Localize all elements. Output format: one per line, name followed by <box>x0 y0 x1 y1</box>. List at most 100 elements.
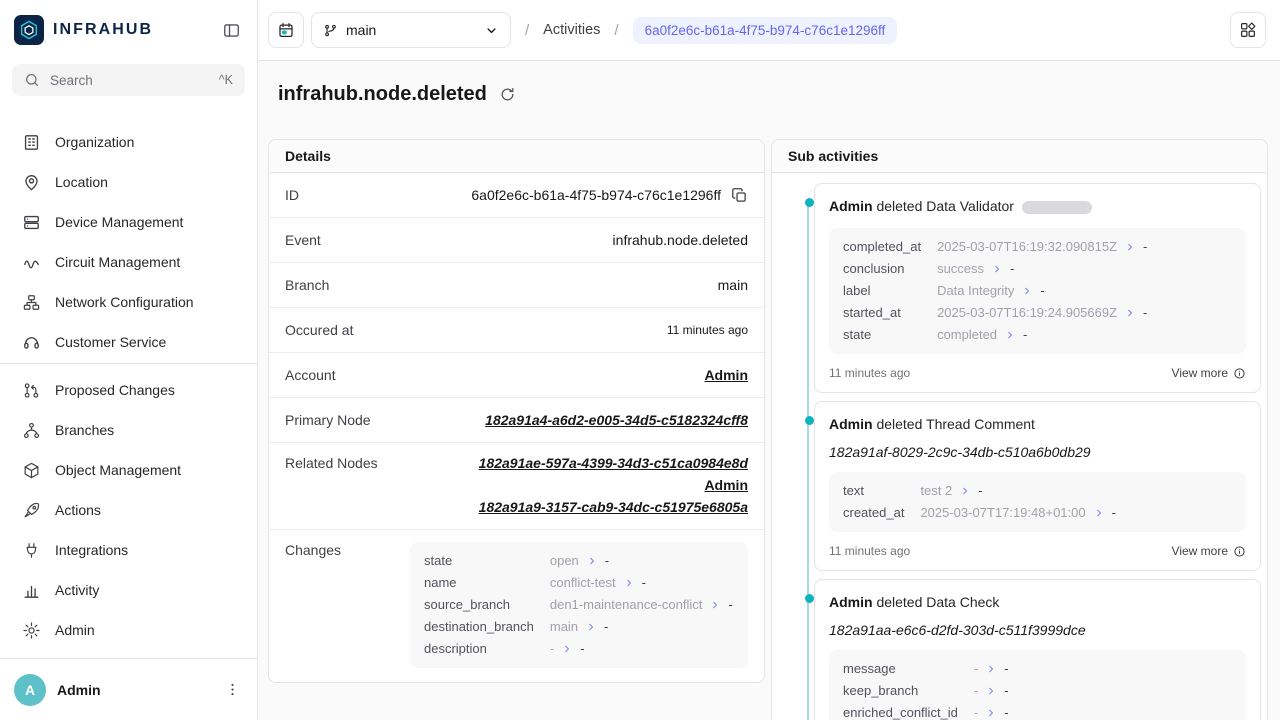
object-management-icon <box>22 461 41 480</box>
sidebar-item-actions[interactable]: Actions <box>0 490 257 530</box>
property-new-value: - <box>1023 328 1027 342</box>
properties-box: stateopen-nameconflict-test-source_branc… <box>410 542 748 668</box>
property-key: source_branch <box>424 598 534 612</box>
related-nodes-list: 182a91ae-597a-4399-34d3-c51ca0984e8d Admi… <box>479 455 748 515</box>
detail-label: ID <box>285 187 299 203</box>
circuit-icon <box>22 253 41 272</box>
sidebar-item-admin[interactable]: Admin <box>0 610 257 650</box>
chevron-right-small-icon[interactable] <box>992 264 1002 274</box>
sidebar-item-circuit-management[interactable]: Circuit Management <box>0 242 257 282</box>
calendar-icon <box>277 21 295 39</box>
chevron-right-small-icon[interactable] <box>1022 286 1032 296</box>
property-key: enriched_conflict_id <box>843 706 958 720</box>
activity-card: Admin deleted Data Validator completed_at… <box>814 183 1261 393</box>
detail-row-changes: Changesstateopen-nameconflict-test-sourc… <box>269 530 764 682</box>
property-old-value: completed <box>937 328 997 342</box>
property-key: conclusion <box>843 262 921 276</box>
apps-button[interactable] <box>1230 12 1266 48</box>
detail-row-id: ID 6a0f2e6c-b61a-4f75-b974-c76c1e1296ff <box>269 173 764 218</box>
activity-title: Admin deleted Data Validator <box>829 196 1246 216</box>
refresh-icon[interactable] <box>499 86 516 103</box>
sidebar-item-location[interactable]: Location <box>0 162 257 202</box>
view-more-button[interactable]: View more <box>1172 544 1246 558</box>
property-old-value: den1-maintenance-conflict <box>550 598 702 612</box>
integrations-icon <box>22 541 41 560</box>
chevron-right-small-icon[interactable] <box>624 578 634 588</box>
detail-label: Event <box>285 232 321 248</box>
detail-label: Branch <box>285 277 329 293</box>
sidebar-item-organization[interactable]: Organization <box>0 122 257 162</box>
activity-icon <box>22 581 41 600</box>
detail-value: 6a0f2e6c-b61a-4f75-b974-c76c1e1296ff <box>471 187 721 203</box>
detail-row-related-nodes: Related Nodes182a91ae-597a-4399-34d3-c51… <box>269 443 764 530</box>
collapse-sidebar-icon[interactable] <box>222 21 241 40</box>
sidebar-item-label: Actions <box>55 502 101 518</box>
page-title-row: infrahub.node.deleted <box>268 83 1268 106</box>
property-old-value: 2025-03-07T16:19:24.905669Z <box>937 306 1117 320</box>
property-old-value: main <box>550 620 578 634</box>
sidebar-item-object-management[interactable]: Object Management <box>0 450 257 490</box>
property-new-value: - <box>1040 284 1044 298</box>
sidebar-item-integrations[interactable]: Integrations <box>0 530 257 570</box>
detail-row-occured-at: Occured at11 minutes ago <box>269 308 764 353</box>
info-icon <box>1233 367 1246 380</box>
activity-footer: 11 minutes ago View more <box>829 366 1246 380</box>
branch-selector[interactable]: main <box>311 12 511 48</box>
activity-subject-id: 182a91af-8029-2c9c-34db-c510a6b0db29 <box>829 444 1246 460</box>
sidebar-item-device-management[interactable]: Device Management <box>0 202 257 242</box>
chevron-right-small-icon[interactable] <box>1094 508 1104 518</box>
detail-link[interactable]: 182a91a4-a6d2-e005-34d5-c5182324cff8 <box>485 412 748 428</box>
chevron-right-small-icon[interactable] <box>562 644 572 654</box>
related-node-link[interactable]: 182a91ae-597a-4399-34d3-c51ca0984e8d <box>479 455 748 471</box>
property-old-value: success <box>937 262 984 276</box>
property-old-value: open <box>550 554 579 568</box>
property-value: main- <box>550 620 734 634</box>
page-title: infrahub.node.deleted <box>278 83 487 106</box>
activity-action: deleted Data Validator <box>876 198 1014 214</box>
related-node-link[interactable]: 182a91a9-3157-cab9-34dc-c51975e6805a <box>479 499 748 515</box>
property-new-value: - <box>605 554 609 568</box>
avatar[interactable]: A <box>14 674 46 706</box>
chevron-right-small-icon[interactable] <box>1125 308 1135 318</box>
detail-value: main <box>718 277 748 293</box>
search-input[interactable]: Search ^K <box>12 64 245 96</box>
chevron-right-small-icon[interactable] <box>960 486 970 496</box>
breadcrumb-activity-id[interactable]: 6a0f2e6c-b61a-4f75-b974-c76c1e1296ff <box>633 17 898 44</box>
activity-time: 11 minutes ago <box>829 366 910 380</box>
chevron-right-small-icon[interactable] <box>986 664 996 674</box>
chevron-right-small-icon[interactable] <box>986 686 996 696</box>
sidebar-nav-secondary: Proposed ChangesBranchesObject Managemen… <box>0 364 257 650</box>
infrahub-logo[interactable]: INFRAHUB <box>14 15 153 45</box>
time-travel-button[interactable] <box>268 12 304 48</box>
sidebar-item-label: Activity <box>55 582 99 598</box>
sidebar-item-customer-service[interactable]: Customer Service <box>0 322 257 362</box>
user-menu-icon[interactable] <box>224 681 241 698</box>
copy-icon[interactable] <box>731 187 748 204</box>
sidebar-item-proposed-changes[interactable]: Proposed Changes <box>0 370 257 410</box>
property-value: Data Integrity- <box>937 284 1232 298</box>
property-new-value: - <box>580 642 584 656</box>
sidebar-item-activity[interactable]: Activity <box>0 570 257 610</box>
property-new-value: - <box>642 576 646 590</box>
breadcrumb-activities[interactable]: Activities <box>543 22 600 38</box>
chevron-right-small-icon[interactable] <box>710 600 720 610</box>
chevron-right-small-icon[interactable] <box>1125 242 1135 252</box>
view-more-button[interactable]: View more <box>1172 366 1246 380</box>
property-key: completed_at <box>843 240 921 254</box>
detail-link[interactable]: Admin <box>704 367 748 383</box>
property-new-value: - <box>1143 240 1147 254</box>
breadcrumb-separator: / <box>614 22 618 39</box>
sidebar-item-network-configuration[interactable]: Network Configuration <box>0 282 257 322</box>
chevron-right-small-icon[interactable] <box>586 622 596 632</box>
detail-value: infrahub.node.deleted <box>613 232 748 248</box>
columns: Details ID6a0f2e6c-b61a-4f75-b974-c76c1e… <box>268 139 1268 720</box>
chevron-right-small-icon[interactable] <box>986 708 996 718</box>
sidebar-item-branches[interactable]: Branches <box>0 410 257 450</box>
chevron-right-small-icon[interactable] <box>587 556 597 566</box>
detail-row-primary-node: Primary Node182a91a4-a6d2-e005-34d5-c518… <box>269 398 764 443</box>
property-value: open - <box>550 554 734 568</box>
network-icon <box>22 293 41 312</box>
property-old-value: conflict-test <box>550 576 616 590</box>
related-node-link[interactable]: Admin <box>704 477 748 493</box>
chevron-right-small-icon[interactable] <box>1005 330 1015 340</box>
